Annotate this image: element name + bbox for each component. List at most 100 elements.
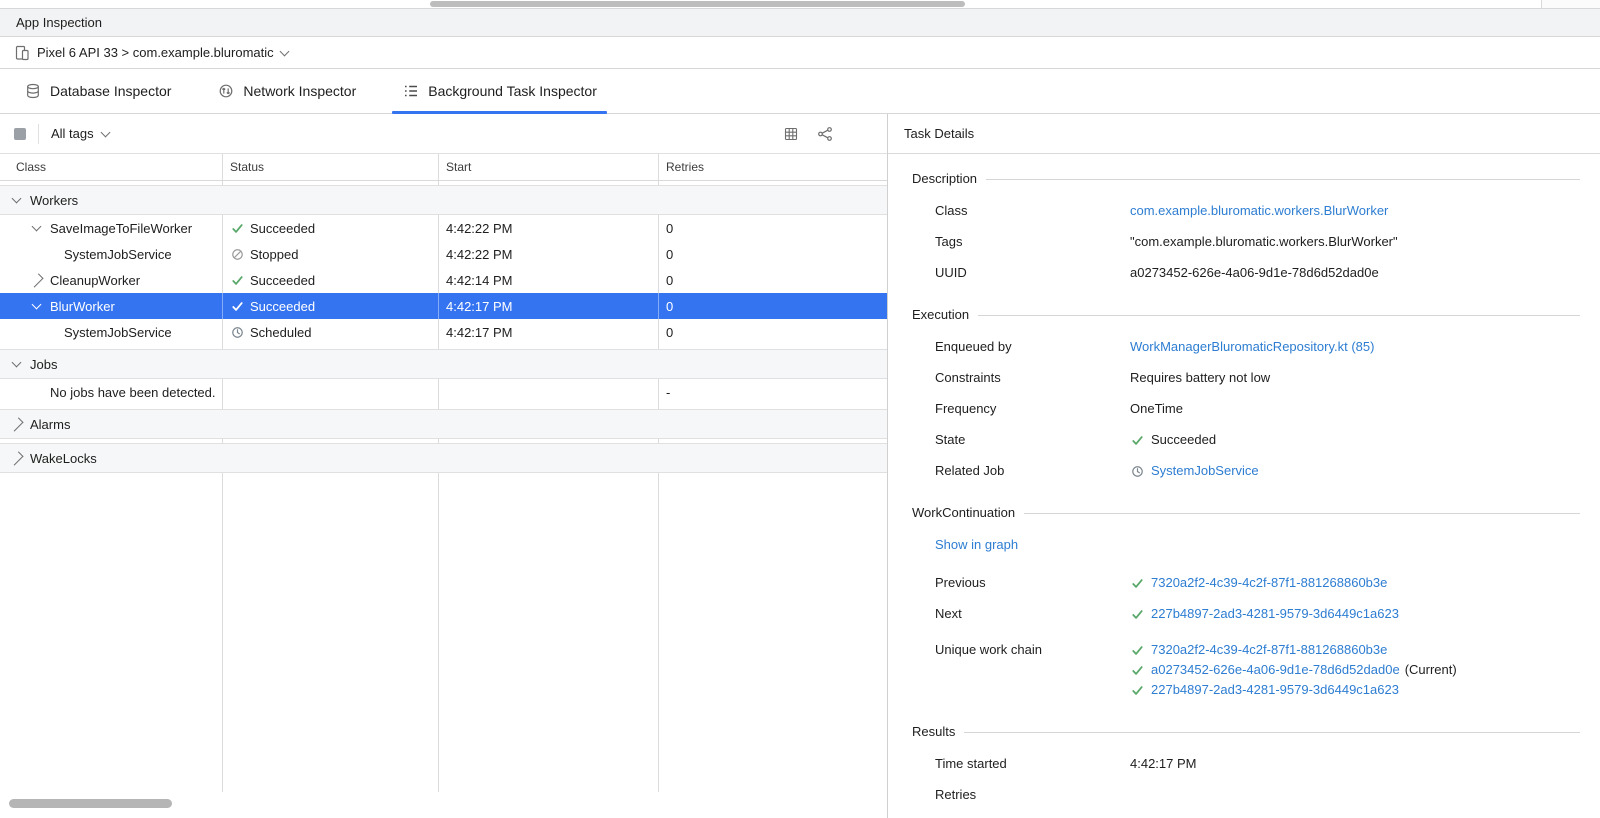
detail-row-time-started: Time started4:42:17 PM	[912, 755, 1580, 775]
task-row-saveimagetofileworker[interactable]: SaveImageToFileWorkerSucceeded4:42:22 PM…	[0, 215, 887, 241]
check-icon	[1130, 663, 1144, 677]
panel-header: App Inspection	[0, 8, 1600, 37]
tab-network-inspector[interactable]: Network Inspector	[201, 69, 372, 113]
detail-value: OneTime	[1130, 400, 1580, 418]
start-cell: 4:42:14 PM	[438, 267, 658, 293]
check-icon	[230, 273, 244, 287]
main-split: All tags ClassStatusStartRetries Workers…	[0, 114, 1600, 818]
value-link[interactable]: 227b4897-2ad3-4281-9579-3d6449c1a623	[1151, 605, 1399, 623]
retries-cell: 0	[658, 293, 887, 319]
process-selector[interactable]: Pixel 6 API 33 > com.example.bluromatic	[0, 37, 1600, 69]
chevron-down-icon	[30, 226, 43, 230]
class-cell: CleanupWorker	[0, 267, 222, 293]
stop-inspection-button[interactable]	[14, 128, 26, 140]
task-row-systemjobservice[interactable]: SystemJobServiceStopped4:42:22 PM0	[0, 241, 887, 267]
detail-label: Frequency	[935, 400, 1130, 418]
chevron-down-icon	[100, 127, 110, 137]
value-text: 4:42:17 PM	[1130, 755, 1197, 773]
table-view-button[interactable]	[782, 125, 799, 142]
details-header: Task Details	[888, 114, 1600, 154]
detail-values: 7320a2f2-4c39-4c2f-87f1-881268860b3e a027…	[1130, 641, 1580, 701]
column-header-start[interactable]: Start	[438, 160, 658, 174]
detail-values: 7320a2f2-4c39-4c2f-87f1-881268860b3e	[1130, 574, 1580, 594]
detail-label: UUID	[935, 264, 1130, 282]
editor-scrollbar-thumb[interactable]	[430, 1, 965, 7]
section-title: Execution	[912, 306, 969, 324]
horizontal-scrollbar-track[interactable]	[0, 792, 887, 818]
tab-label: Network Inspector	[243, 83, 356, 99]
class-cell: BlurWorker	[0, 293, 222, 319]
group-row-jobs[interactable]: Jobs	[0, 349, 887, 379]
value-text: OneTime	[1130, 400, 1183, 418]
class-cell: SystemJobService	[0, 319, 222, 345]
value-link[interactable]: a0273452-626e-4a06-9d1e-78d6d52dad0e	[1151, 661, 1400, 679]
detail-value: Succeeded	[1130, 431, 1580, 449]
retries-count: 0	[666, 247, 673, 262]
group-row-wakelocks[interactable]: WakeLocks	[0, 443, 887, 473]
toolbar-separator	[38, 124, 39, 144]
value-link[interactable]: 227b4897-2ad3-4281-9579-3d6449c1a623	[1151, 681, 1399, 699]
retries-count: 0	[666, 273, 673, 288]
value-link[interactable]: com.example.bluromatic.workers.BlurWorke…	[1130, 202, 1388, 220]
task-row-systemjobservice[interactable]: SystemJobServiceScheduled4:42:17 PM0	[0, 319, 887, 345]
value-link[interactable]: 7320a2f2-4c39-4c2f-87f1-881268860b3e	[1151, 574, 1387, 592]
retries-cell: 0	[658, 241, 887, 267]
task-row-blurworker[interactable]: BlurWorkerSucceeded4:42:17 PM0	[0, 293, 887, 319]
status-cell: Scheduled	[222, 319, 438, 345]
group-row-alarms[interactable]: Alarms	[0, 409, 887, 439]
tab-background-task-inspector[interactable]: Background Task Inspector	[386, 69, 613, 113]
tab-database-inspector[interactable]: Database Inspector	[8, 69, 187, 113]
value-link[interactable]: SystemJobService	[1151, 462, 1259, 480]
detail-value: 7320a2f2-4c39-4c2f-87f1-881268860b3e	[1130, 641, 1580, 659]
chevron-right-icon	[30, 277, 43, 284]
task-row-no[interactable]: No jobs have been detected.-	[0, 379, 887, 405]
detail-values: com.example.bluromatic.workers.BlurWorke…	[1130, 202, 1580, 222]
editor-scrollbar-track[interactable]	[0, 0, 1600, 8]
column-header-class[interactable]: Class	[0, 160, 222, 174]
show-in-graph-link[interactable]: Show in graph	[935, 537, 1018, 552]
detail-label: Class	[935, 202, 1130, 220]
status-cell: Succeeded	[222, 215, 438, 241]
value-text: "com.example.bluromatic.workers.BlurWork…	[1130, 233, 1398, 251]
task-details-panel: Task Details Description Classcom.example…	[888, 114, 1600, 818]
column-header-retries[interactable]: Retries	[658, 160, 887, 174]
start-cell	[438, 379, 658, 405]
horizontal-scrollbar-thumb[interactable]	[9, 799, 172, 808]
check-icon	[1130, 433, 1144, 447]
class-cell: SystemJobService	[0, 241, 222, 267]
value-link[interactable]: 7320a2f2-4c39-4c2f-87f1-881268860b3e	[1151, 641, 1387, 659]
detail-label: Previous	[935, 574, 1130, 592]
section-results: ResultsTime started4:42:17 PMRetries	[912, 723, 1580, 804]
retries-cell: 0	[658, 215, 887, 241]
tags-filter-dropdown[interactable]: All tags	[51, 126, 109, 141]
retries-cell: 0	[658, 319, 887, 345]
detail-label: Enqueued by	[935, 338, 1130, 356]
status-label: Scheduled	[250, 325, 311, 340]
section-workcontinuation: WorkContinuation Show in graph Previous 732…	[912, 504, 1580, 701]
task-row-cleanupworker[interactable]: CleanupWorkerSucceeded4:42:14 PM0	[0, 267, 887, 293]
retries-cell: -	[658, 379, 887, 405]
retries-count: -	[666, 385, 670, 400]
section-title: WorkContinuation	[912, 504, 1015, 522]
details-title: Task Details	[904, 126, 974, 141]
column-header-status[interactable]: Status	[222, 160, 438, 174]
value-link[interactable]: WorkManagerBluromaticRepository.kt (85)	[1130, 338, 1374, 356]
task-table-panel: All tags ClassStatusStartRetries Workers…	[0, 114, 888, 818]
detail-values: SystemJobService	[1130, 462, 1580, 482]
graph-view-button[interactable]	[816, 125, 833, 142]
detail-values: 227b4897-2ad3-4281-9579-3d6449c1a623	[1130, 605, 1580, 625]
status-cell	[222, 379, 438, 405]
detail-label: State	[935, 431, 1130, 449]
status-label: Succeeded	[250, 299, 315, 314]
class-name: SystemJobService	[64, 325, 172, 340]
detail-value: 227b4897-2ad3-4281-9579-3d6449c1a623	[1130, 681, 1580, 699]
detail-row-next: Next227b4897-2ad3-4281-9579-3d6449c1a623	[912, 605, 1580, 625]
section-divider	[986, 179, 1580, 180]
process-selector-label: Pixel 6 API 33 > com.example.bluromatic	[37, 45, 274, 60]
task-list-icon	[402, 83, 419, 100]
section-header: Description	[912, 170, 1580, 188]
group-row-workers[interactable]: Workers	[0, 185, 887, 215]
chevron-right-icon	[10, 455, 23, 462]
class-name: BlurWorker	[50, 299, 115, 314]
detail-label: Tags	[935, 233, 1130, 251]
